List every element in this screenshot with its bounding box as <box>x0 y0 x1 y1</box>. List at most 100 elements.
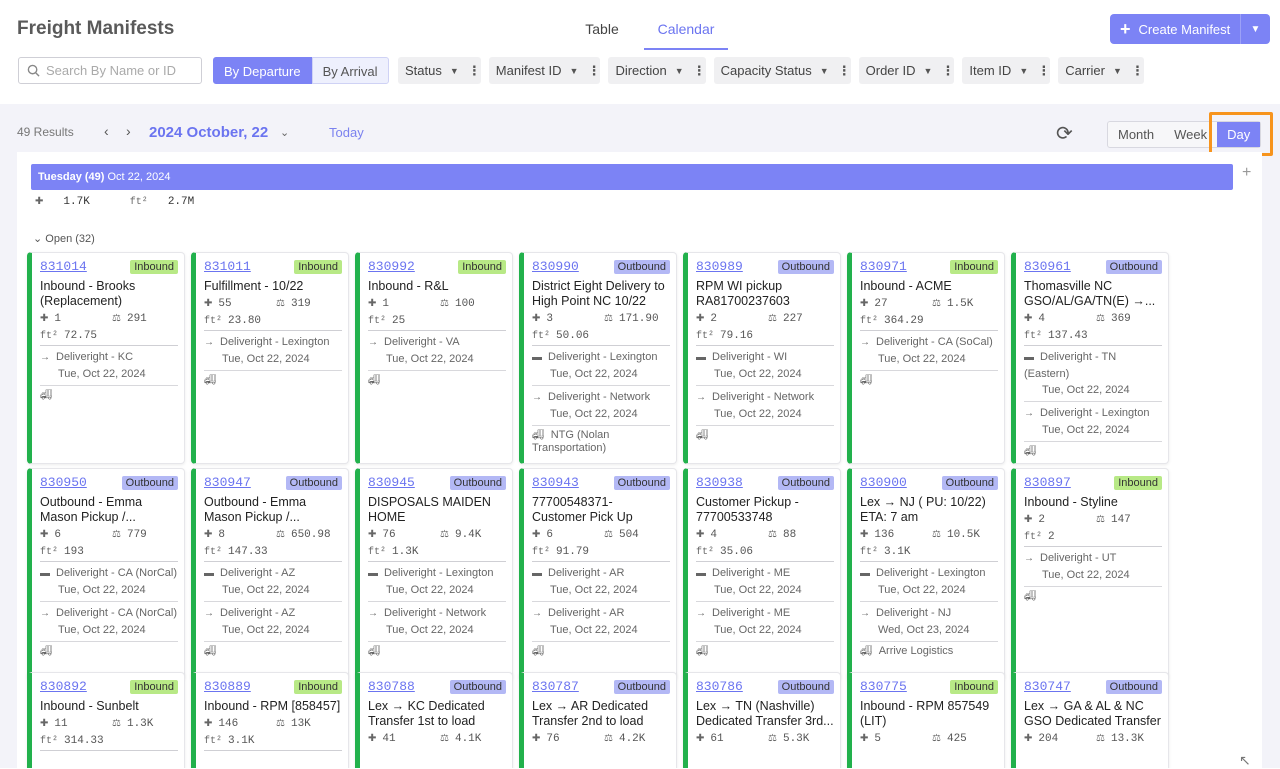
manifest-card[interactable]: 830775 Inbound Inbound - RPM 857549 (LIT) ✚… <box>847 672 1005 768</box>
refresh-icon[interactable]: ⟳ <box>1056 121 1073 146</box>
create-manifest-button[interactable]: + Create Manifest ▼ <box>1110 14 1270 44</box>
leg-date: Tue, Oct 22, 2024 <box>58 624 146 636</box>
sqft-icon: ft² <box>368 316 387 327</box>
manifest-card[interactable]: 830897 Inbound Inbound - Styline ✚ 2 ⚖ 147 ft² 2… <box>1011 468 1169 680</box>
manifest-id-link[interactable]: 830786 <box>696 679 743 694</box>
arrow-right-icon: → <box>860 608 870 619</box>
manifest-card[interactable]: 830971 Inbound Inbound - ACME ✚ 27 ⚖ 1.5K ft² 36… <box>847 252 1005 464</box>
manifest-card[interactable]: 831014 Inbound Inbound - Brooks (Replaceme… <box>27 252 185 464</box>
arrow-right-icon: → <box>204 337 214 348</box>
tab-table[interactable]: Table <box>560 12 644 50</box>
route-leg: → Deliveright - NJ Wed, Oct 23, 2024 <box>860 605 998 642</box>
manifest-id-link[interactable]: 830788 <box>368 679 415 694</box>
manifest-card[interactable]: 830938 Outbound Customer Pickup - 77700533… <box>683 468 841 680</box>
weight-value: 504 <box>618 529 639 541</box>
manifest-id-link[interactable]: 830938 <box>696 475 743 490</box>
manifest-card[interactable]: 830947 Outbound Outbound - Emma Mason Pick… <box>191 468 349 680</box>
weight-icon: ⚖ <box>112 530 121 541</box>
manifest-id-link[interactable]: 830897 <box>1024 475 1071 490</box>
manifest-card[interactable]: 830900 Outbound Lex → NJ ( PU: 10/22) ETA:… <box>847 468 1005 680</box>
more-vertical-icon[interactable]: ⋮ <box>940 64 954 77</box>
tab-calendar[interactable]: Calendar <box>644 12 728 50</box>
route-leg: ▬ Deliveright - AR Tue, Oct 22, 2024 <box>532 565 670 602</box>
manifest-id-link[interactable]: 830950 <box>40 475 87 490</box>
manifest-card[interactable]: 830889 Inbound Inbound - RPM [858457] ✚ 146 ⚖… <box>191 672 349 768</box>
carrier-name: Arrive Logistics <box>878 645 954 657</box>
manifest-id-link[interactable]: 830889 <box>204 679 251 694</box>
weight-icon: ⚖ <box>1096 314 1105 325</box>
manifest-card[interactable]: 830787 Outbound Lex → AR Dedicated Transfe… <box>519 672 677 768</box>
next-day-button[interactable]: › <box>126 123 148 139</box>
direction-badge: Outbound <box>285 475 342 490</box>
manifest-card[interactable]: 831011 Inbound Fulfillment - 10/22 ✚ 55 ⚖ 319 f… <box>191 252 349 464</box>
filter-carrier[interactable]: Carrier ▼ ⋮ <box>1058 57 1144 84</box>
more-vertical-icon[interactable]: ⋮ <box>837 64 851 77</box>
more-vertical-icon[interactable]: ⋮ <box>467 64 481 77</box>
manifest-card[interactable]: 830950 Outbound Outbound - Emma Mason Pick… <box>27 468 185 680</box>
leg-date: Tue, Oct 22, 2024 <box>714 624 802 636</box>
manifest-id-link[interactable]: 830947 <box>204 475 251 490</box>
today-button[interactable]: Today <box>329 125 364 140</box>
search-input[interactable] <box>46 63 196 78</box>
more-vertical-icon[interactable]: ⋮ <box>586 64 600 77</box>
manifest-card[interactable]: 830990 Outbound District Eight Delivery to… <box>519 252 677 464</box>
filter-capacity-status[interactable]: Capacity Status ▼ ⋮ <box>713 57 851 84</box>
manifest-id-link[interactable]: 830990 <box>532 259 579 274</box>
piece-count: 1 <box>54 313 61 325</box>
filter-order-id[interactable]: Order ID ▼ ⋮ <box>858 57 955 84</box>
manifest-card[interactable]: 830989 Outbound RPM WI pickup RA8170023760… <box>683 252 841 464</box>
chevron-down-icon: ▼ <box>674 65 684 76</box>
filter-status[interactable]: Status ▼ ⋮ <box>398 57 481 84</box>
manifest-id-link[interactable]: 830747 <box>1024 679 1071 694</box>
manifest-card[interactable]: 830992 Inbound Inbound - R&L ✚ 1 ⚖ 100 ft² 25 → De… <box>355 252 513 464</box>
manifest-card[interactable]: 830892 Inbound Inbound - Sunbelt ✚ 11 ⚖ 1.3K ft… <box>27 672 185 768</box>
manifest-id-link[interactable]: 830892 <box>40 679 87 694</box>
more-vertical-icon[interactable]: ⋮ <box>1036 64 1050 77</box>
leg-date: Tue, Oct 22, 2024 <box>1042 384 1130 396</box>
manifest-card[interactable]: 830788 Outbound Lex → KC Dedicated Transfe… <box>355 672 513 768</box>
manifest-id-link[interactable]: 831011 <box>204 259 251 274</box>
filter-item-id[interactable]: Item ID ▼ ⋮ <box>962 57 1051 84</box>
puzzle-icon: ✚ <box>696 314 705 325</box>
manifest-id-link[interactable]: 831014 <box>40 259 87 274</box>
current-date[interactable]: 2024 October, 22 <box>149 124 268 141</box>
piece-count: 1 <box>382 298 389 310</box>
route-leg: → Deliveright - Network Tue, Oct 22, 2024 <box>368 605 506 642</box>
manifest-card[interactable]: 830786 Outbound Lex → TN (Nashville) Dedic… <box>683 672 841 768</box>
create-manifest-main[interactable]: + Create Manifest <box>1110 14 1240 44</box>
manifest-id-link[interactable]: 830971 <box>860 259 907 274</box>
filter-direction[interactable]: Direction ▼ ⋮ <box>608 57 706 84</box>
manifest-id-link[interactable]: 830992 <box>368 259 415 274</box>
manifest-id-link[interactable]: 830775 <box>860 679 907 694</box>
manifest-card[interactable]: 830747 Outbound Lex → GA & AL & NC GSO Ded… <box>1011 672 1169 768</box>
manifest-id-link[interactable]: 830989 <box>696 259 743 274</box>
manifest-id-link[interactable]: 830945 <box>368 475 415 490</box>
manifest-card[interactable]: 830945 Outbound DISPOSALS MAIDEN HOME ✚ 76 ⚖ 9… <box>355 468 513 680</box>
prev-day-button[interactable]: ‹ <box>104 123 126 139</box>
by-arrival-button[interactable]: By Arrival <box>311 57 389 84</box>
create-dropdown-button[interactable]: ▼ <box>1240 14 1270 44</box>
weight-icon: ⚖ <box>604 734 613 745</box>
puzzle-icon: ✚ <box>532 314 541 325</box>
truck-icon: 🚚︎ <box>532 430 545 441</box>
top-bar: Freight Manifests Table Calendar + Creat… <box>0 0 1280 104</box>
manifest-card[interactable]: 830943 Outbound 77700548371- Customer Pick… <box>519 468 677 680</box>
piece-count: 6 <box>54 529 61 541</box>
filter-manifest-id[interactable]: Manifest ID ▼ ⋮ <box>488 57 601 84</box>
more-vertical-icon[interactable]: ⋮ <box>1130 64 1144 77</box>
manifest-card[interactable]: 830961 Outbound Thomasville NC GSO/AL/GA/T… <box>1011 252 1169 464</box>
chevron-down-icon[interactable]: ⌄ <box>280 126 289 139</box>
piece-count: 4 <box>710 529 717 541</box>
manifest-id-link[interactable]: 830900 <box>860 475 907 490</box>
arrow-right-icon: → <box>696 392 706 403</box>
add-icon[interactable]: + <box>1242 164 1251 182</box>
cursor-icon: ↖ <box>1239 752 1251 768</box>
manifest-id-link[interactable]: 830787 <box>532 679 579 694</box>
group-header[interactable]: ⌄ Open (32) <box>33 232 95 245</box>
manifest-id-link[interactable]: 830943 <box>532 475 579 490</box>
by-departure-button[interactable]: By Departure <box>213 57 312 84</box>
month-button[interactable]: Month <box>1108 122 1164 147</box>
manifest-id-link[interactable]: 830961 <box>1024 259 1071 274</box>
manifest-name: Inbound - Sunbelt <box>40 699 139 713</box>
more-vertical-icon[interactable]: ⋮ <box>692 64 706 77</box>
